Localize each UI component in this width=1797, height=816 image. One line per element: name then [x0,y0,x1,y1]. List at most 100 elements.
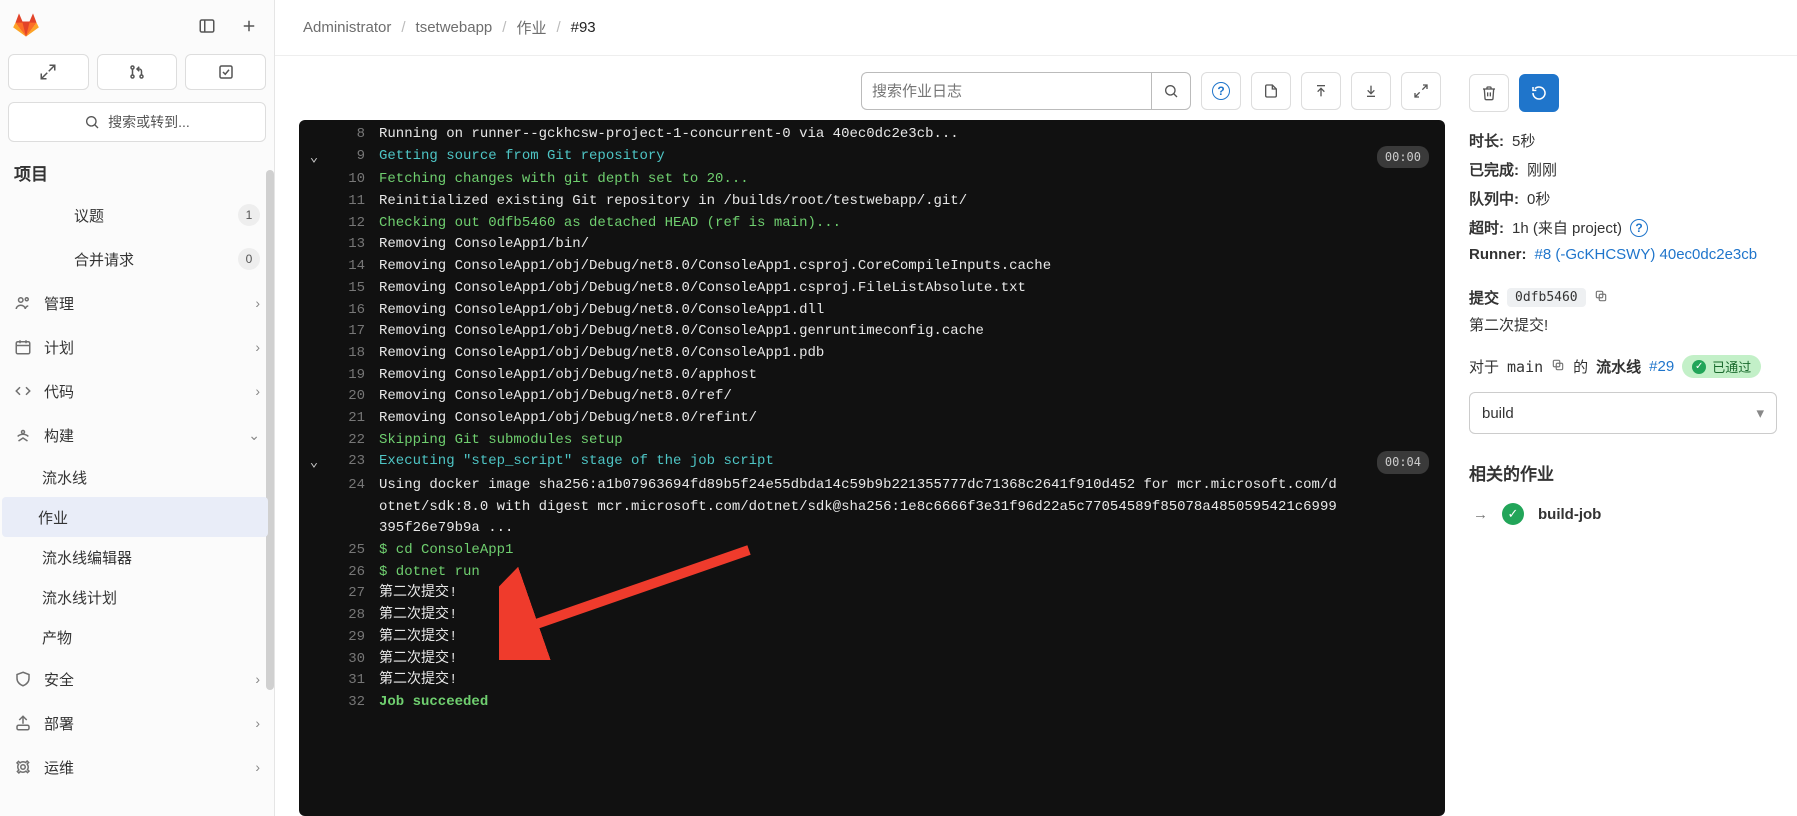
log-line: 31第二次提交! [299,670,1445,692]
check-icon: ✓ [1692,360,1706,374]
stage-select[interactable]: build ▾ [1469,392,1777,434]
runner-link[interactable]: #8 (-GcKHCSWY) 40ec0dc2e3cb [1535,246,1758,263]
issues-shortcut-button[interactable] [8,54,89,90]
sidebar-subitem[interactable]: 流水线计划 [0,577,274,617]
sidebar-subitem[interactable]: 作业 [2,497,268,537]
log-line: 19Removing ConsoleApp1/obj/Debug/net8.0/… [299,365,1445,387]
log-line: ⌄9Getting source from Git repository00:0… [299,146,1445,170]
log-line: 10Fetching changes with git depth set to… [299,169,1445,191]
status-success-icon: ✓ [1502,503,1524,525]
sidebar-item-label: 代码 [44,381,243,402]
commit-sha[interactable]: 0dfb5460 [1507,288,1586,307]
search-or-goto-button[interactable]: 搜索或转到... [8,102,266,142]
line-number: 14 [329,256,379,278]
commit-label: 提交 [1469,287,1499,308]
breadcrumb-project[interactable]: tsetwebapp [416,19,493,36]
log-text: Removing ConsoleApp1/obj/Debug/net8.0/Co… [379,278,1431,300]
pipeline-branch: main [1507,358,1543,376]
line-number: 10 [329,169,379,191]
line-number: 32 [329,692,379,714]
sidebar-item-label: 合并请求 [74,249,226,270]
sidebar-item[interactable]: 代码 › [0,369,274,413]
breadcrumb: Administrator / tsetwebapp / 作业 / #93 [275,0,1797,56]
collapse-caret-icon[interactable]: ⌄ [310,453,318,475]
log-text: $ dotnet run [379,562,1431,584]
log-line: 22Skipping Git submodules setup [299,430,1445,452]
log-text: Using docker image sha256:a1b07963694fd8… [379,475,1431,540]
copy-branch-icon[interactable] [1551,358,1565,376]
question-icon[interactable]: ? [1630,219,1648,237]
log-text: Reinitialized existing Git repository in… [379,191,1431,213]
raw-log-button[interactable] [1251,72,1291,110]
related-job-name: build-job [1538,506,1601,523]
log-line: 15Removing ConsoleApp1/obj/Debug/net8.0/… [299,278,1445,300]
sidebar-item[interactable]: 运维› [0,745,274,789]
nav-icon [14,338,32,356]
plus-icon[interactable] [232,10,266,42]
log-text: Running on runner--gckhcsw-project-1-con… [379,124,1431,146]
merge-requests-shortcut-button[interactable] [97,54,178,90]
line-number: 19 [329,365,379,387]
sidebar-item[interactable]: 合并请求0 [0,237,274,281]
pipeline-status-pill: ✓已通过 [1682,355,1761,378]
pipeline-mid: 的 [1573,356,1588,377]
log-line: 25$ cd ConsoleApp1 [299,540,1445,562]
sidebar-subitem[interactable]: 流水线 [0,457,274,497]
nav-icon [14,758,32,776]
collapse-caret-icon[interactable]: ⌄ [310,148,318,170]
sidebar-item-label: 计划 [44,337,243,358]
log-text: Removing ConsoleApp1/obj/Debug/net8.0/ap… [379,365,1431,387]
fullscreen-button[interactable] [1401,72,1441,110]
log-line: 8Running on runner--gckhcsw-project-1-co… [299,124,1445,146]
time-badge: 00:00 [1377,146,1429,169]
chevron-right-icon: › [255,715,260,731]
gitlab-logo-icon[interactable] [12,11,40,42]
log-text: $ cd ConsoleApp1 [379,540,1431,562]
sidebar-item[interactable]: 安全› [0,657,274,701]
line-number: 29 [329,627,379,649]
nav-icon [14,294,32,312]
job-sidebar: 时长:5秒 已完成:刚刚 队列中:0秒 超时:1h (来自 project) ?… [1465,66,1785,816]
copy-icon[interactable] [1594,289,1608,307]
log-line: 14Removing ConsoleApp1/obj/Debug/net8.0/… [299,256,1445,278]
log-text: Fetching changes with git depth set to 2… [379,169,1431,191]
log-text: Getting source from Git repository [379,146,1431,168]
sidebar-item[interactable]: 议题1 [0,193,274,237]
log-text: Removing ConsoleApp1/obj/Debug/net8.0/Co… [379,321,1431,343]
trash-icon [1481,85,1497,101]
log-line: 13Removing ConsoleApp1/bin/ [299,234,1445,256]
log-line: 11Reinitialized existing Git repository … [299,191,1445,213]
related-job-item[interactable]: → ✓ build-job [1469,495,1777,533]
job-log-terminal[interactable]: 8Running on runner--gckhcsw-project-1-co… [299,120,1445,816]
log-line: 12Checking out 0dfb5460 as detached HEAD… [299,213,1445,235]
queue-value: 0秒 [1527,188,1550,209]
log-text: Executing "step_script" stage of the job… [379,451,1431,473]
log-text: 第二次提交! [379,583,1431,605]
line-number: 18 [329,343,379,365]
sidebar-item[interactable]: 部署› [0,701,274,745]
breadcrumb-jobs[interactable]: 作业 [516,17,546,38]
line-number: 28 [329,605,379,627]
pipeline-link[interactable]: #29 [1649,358,1674,375]
erase-job-button[interactable] [1469,74,1509,112]
sidebar-item[interactable]: 管理› [0,281,274,325]
line-number: 17 [329,321,379,343]
todos-shortcut-button[interactable] [185,54,266,90]
sidebar-item[interactable]: 构建⌄ [0,413,274,457]
retry-job-button[interactable] [1519,74,1559,112]
chevron-right-icon: › [255,383,260,399]
log-search-input[interactable] [861,72,1151,110]
sidebar-subitem[interactable]: 流水线编辑器 [0,537,274,577]
chevron-right-icon: › [255,759,260,775]
log-text: Skipping Git submodules setup [379,430,1431,452]
help-button[interactable]: ? [1201,72,1241,110]
question-icon: ? [1212,82,1230,100]
log-search-button[interactable] [1151,72,1191,110]
sidebar-subitem[interactable]: 产物 [0,617,274,657]
scroll-bottom-button[interactable] [1351,72,1391,110]
sidebar-item[interactable]: 计划› [0,325,274,369]
panel-icon[interactable] [190,10,224,42]
breadcrumb-admin[interactable]: Administrator [303,19,391,36]
line-number: 23 [329,451,379,473]
scroll-top-button[interactable] [1301,72,1341,110]
